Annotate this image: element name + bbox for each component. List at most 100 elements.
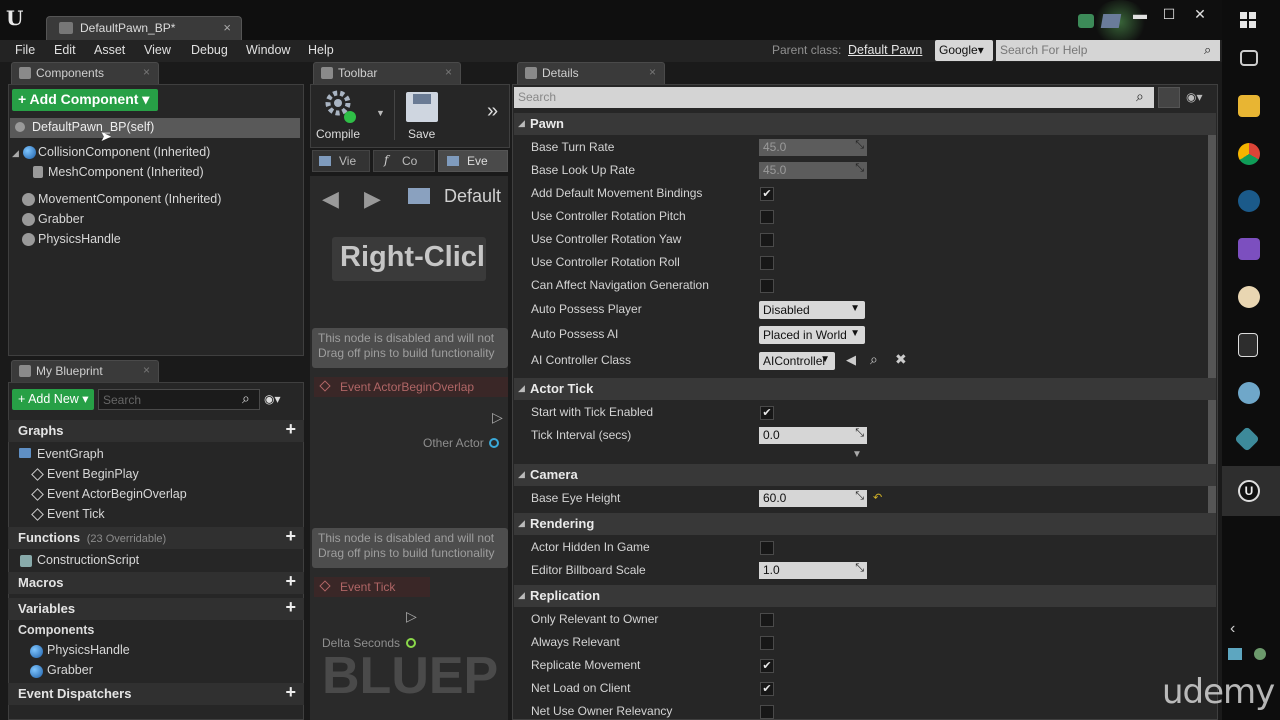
- section-rendering[interactable]: ◢ Rendering: [514, 513, 1216, 535]
- category-functions[interactable]: Functions (23 Overridable) +: [8, 526, 304, 549]
- item-event-tick[interactable]: Event Tick: [47, 507, 105, 521]
- add-graph-icon[interactable]: +: [285, 419, 296, 440]
- parent-class-link[interactable]: Default Pawn: [848, 43, 922, 57]
- chrome-icon[interactable]: [1238, 143, 1260, 165]
- menu-debug[interactable]: Debug: [191, 43, 228, 57]
- app-icon[interactable]: [1238, 382, 1260, 404]
- tab-close-icon[interactable]: ×: [445, 65, 452, 79]
- menu-file[interactable]: File: [15, 43, 35, 57]
- item-event-actorbeginoverlap[interactable]: Event ActorBeginOverlap: [47, 487, 187, 501]
- unreal-engine-taskbar-icon[interactable]: U: [1238, 480, 1260, 502]
- tab-close-icon[interactable]: ×: [223, 20, 231, 35]
- can-affect-nav-checkbox[interactable]: [760, 279, 774, 293]
- add-default-movement-checkbox[interactable]: ✔: [760, 187, 774, 201]
- component-self-row[interactable]: DefaultPawn_BP(self): [10, 118, 300, 138]
- net-use-owner-checkbox[interactable]: [760, 705, 774, 719]
- auto-possess-player-dropdown[interactable]: Disabled ▼: [759, 301, 865, 319]
- epic-games-icon[interactable]: [1238, 333, 1258, 357]
- add-variable-icon[interactable]: +: [285, 597, 296, 618]
- save-icon[interactable]: [406, 92, 438, 122]
- always-relevant-checkbox[interactable]: [760, 636, 774, 650]
- add-macro-icon[interactable]: +: [285, 571, 296, 592]
- blueprint-search-input[interactable]: Search: [98, 389, 260, 410]
- add-function-icon[interactable]: +: [285, 526, 296, 547]
- tab-close-icon[interactable]: ×: [143, 363, 150, 377]
- search-icon[interactable]: ⌕: [1204, 42, 1211, 58]
- base-turn-rate-field[interactable]: 45.0 ⤡: [759, 139, 867, 156]
- eye-icon[interactable]: ◉▾: [264, 392, 281, 406]
- tab-details[interactable]: Details ×: [517, 62, 665, 84]
- back-arrow-icon[interactable]: ◀: [322, 186, 339, 212]
- event-tick-node[interactable]: Event Tick: [314, 577, 430, 597]
- menu-window[interactable]: Window: [246, 43, 290, 57]
- add-dispatcher-icon[interactable]: +: [285, 682, 296, 703]
- tab-toolbar[interactable]: Toolbar ×: [313, 62, 461, 84]
- tab-construction[interactable]: f Co: [373, 150, 435, 172]
- close-button[interactable]: ✕: [1186, 4, 1214, 24]
- replicate-movement-checkbox[interactable]: ✔: [760, 659, 774, 673]
- search-icon[interactable]: ⌕: [242, 390, 250, 407]
- windows-start-icon[interactable]: [1240, 12, 1256, 28]
- billboard-scale-field[interactable]: 1.0 ⤡: [759, 562, 867, 579]
- use-pitch-checkbox[interactable]: [760, 210, 774, 224]
- actor-hidden-checkbox[interactable]: [760, 541, 774, 555]
- only-relevant-owner-checkbox[interactable]: [760, 613, 774, 627]
- base-look-up-rate-field[interactable]: 45.0 ⤡: [759, 162, 867, 179]
- compile-options-chevron-icon[interactable]: ▼: [376, 108, 385, 118]
- clear-icon[interactable]: ✖: [895, 351, 907, 368]
- tab-viewport[interactable]: Vie: [312, 150, 370, 172]
- tab-close-icon[interactable]: ×: [649, 65, 656, 79]
- category-variables[interactable]: Variables +: [8, 597, 304, 620]
- start-tick-checkbox[interactable]: ✔: [760, 406, 774, 420]
- toolbar-overflow-button[interactable]: »: [487, 100, 498, 123]
- search-provider-dropdown[interactable]: Google▾: [935, 40, 993, 61]
- tab-components[interactable]: Components ×: [11, 62, 159, 84]
- save-label[interactable]: Save: [408, 127, 435, 141]
- details-search-input[interactable]: Search: [514, 87, 1154, 108]
- ai-controller-dropdown[interactable]: AIController ▼: [759, 352, 835, 370]
- category-event-dispatchers[interactable]: Event Dispatchers +: [8, 682, 304, 705]
- var-grabber[interactable]: Grabber: [47, 663, 93, 677]
- menu-view[interactable]: View: [144, 43, 171, 57]
- chevron-left-icon[interactable]: ‹: [1230, 620, 1235, 638]
- compile-icon[interactable]: [322, 87, 358, 125]
- help-search-input[interactable]: Search For Help: [996, 40, 1220, 61]
- use-yaw-checkbox[interactable]: [760, 233, 774, 247]
- menu-edit[interactable]: Edit: [54, 43, 76, 57]
- task-view-icon[interactable]: [1240, 50, 1258, 66]
- tab-event-graph[interactable]: Eve: [438, 150, 508, 172]
- file-explorer-icon[interactable]: [1238, 95, 1260, 117]
- category-macros[interactable]: Macros +: [8, 571, 304, 594]
- item-event-beginplay[interactable]: Event BeginPlay: [47, 467, 139, 481]
- component-physicshandle[interactable]: PhysicsHandle: [38, 232, 121, 246]
- component-collision[interactable]: CollisionComponent (Inherited): [38, 145, 210, 159]
- section-actor-tick[interactable]: ◢ Actor Tick: [514, 378, 1216, 400]
- menu-asset[interactable]: Asset: [94, 43, 125, 57]
- source-control-icon[interactable]: [1078, 14, 1094, 28]
- visual-studio-icon[interactable]: [1238, 238, 1260, 260]
- reset-to-default-icon[interactable]: ↶: [873, 491, 882, 504]
- var-physicshandle[interactable]: PhysicsHandle: [47, 643, 130, 657]
- exec-pin-icon[interactable]: ▷: [406, 608, 417, 625]
- component-movement[interactable]: MovementComponent (Inherited): [38, 192, 221, 206]
- expand-arrow-icon[interactable]: ◢: [12, 148, 19, 159]
- menu-help[interactable]: Help: [308, 43, 334, 57]
- paint-icon[interactable]: [1238, 286, 1260, 308]
- add-new-button[interactable]: + Add New ▾: [12, 389, 94, 410]
- forward-arrow-icon[interactable]: ▶: [364, 186, 381, 212]
- minimize-button[interactable]: ▬: [1126, 4, 1154, 24]
- use-roll-checkbox[interactable]: [760, 256, 774, 270]
- item-constructionscript[interactable]: ConstructionScript: [37, 553, 139, 567]
- details-scrollbar[interactable]: [1208, 114, 1216, 520]
- category-graphs[interactable]: Graphs +: [8, 419, 304, 442]
- tab-my-blueprint[interactable]: My Blueprint ×: [11, 360, 159, 382]
- tray-icon-2[interactable]: [1254, 648, 1266, 660]
- section-pawn[interactable]: ◢ Pawn: [514, 113, 1216, 135]
- property-matrix-icon[interactable]: [1158, 87, 1180, 108]
- base-eye-height-field[interactable]: 60.0 ⤡: [759, 490, 867, 507]
- tick-interval-field[interactable]: 0.0 ⤡: [759, 427, 867, 444]
- tab-close-icon[interactable]: ×: [143, 65, 150, 79]
- section-camera[interactable]: ◢ Camera: [514, 464, 1216, 486]
- steam-icon[interactable]: [1238, 190, 1260, 212]
- event-actorbeginoverlap-node[interactable]: Event ActorBeginOverlap: [314, 377, 508, 397]
